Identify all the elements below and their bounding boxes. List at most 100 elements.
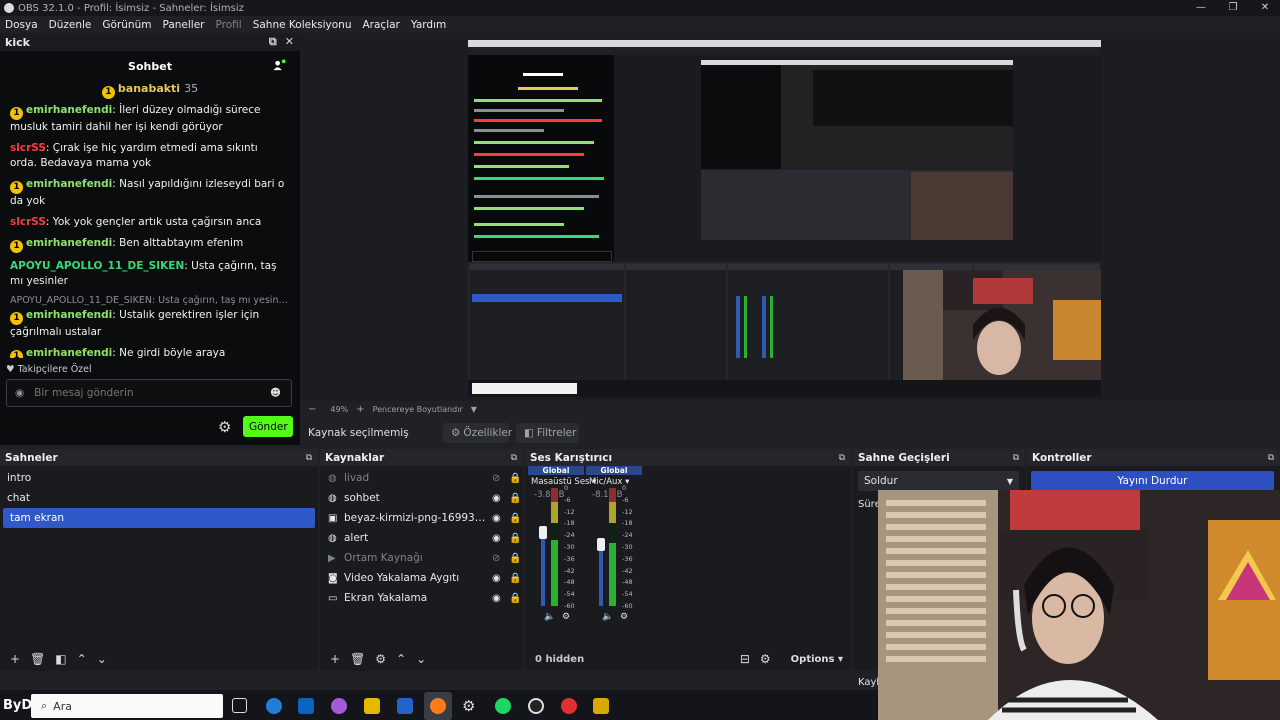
- program-preview-canvas[interactable]: [468, 40, 1101, 397]
- spotify-icon[interactable]: [495, 698, 511, 714]
- eye-icon[interactable]: ◉: [492, 493, 503, 504]
- menu-sahne-koleksiyonu[interactable]: Sahne Koleksiyonu: [253, 19, 352, 31]
- lock-icon[interactable]: 🔒: [509, 513, 521, 524]
- undock-icon[interactable]: ⧉: [1268, 453, 1274, 463]
- zoom-minus-icon[interactable]: −: [308, 404, 316, 415]
- maximize-icon[interactable]: ❐: [1222, 0, 1244, 16]
- lock-icon[interactable]: 🔒: [509, 493, 521, 504]
- scene-filters-icon[interactable]: ◧: [55, 652, 66, 666]
- undock-icon[interactable]: ⧉: [839, 453, 845, 463]
- menu-gorunum[interactable]: Görünüm: [102, 19, 151, 31]
- options-button[interactable]: Options ▾: [781, 654, 843, 665]
- stop-streaming-button[interactable]: Yayını Durdur: [1031, 471, 1274, 491]
- close-dock-icon[interactable]: ✕: [285, 35, 294, 49]
- menu-yardim[interactable]: Yardım: [411, 19, 446, 31]
- zoom-plus-icon[interactable]: +: [356, 404, 364, 415]
- store-icon[interactable]: [298, 698, 314, 714]
- speaker-icon[interactable]: 🔈: [602, 612, 613, 622]
- fit-to-window-select[interactable]: Pencereye Boyutlandır: [373, 405, 463, 414]
- source-item[interactable]: ▶ Ortam Kaynağı ⊘ 🔒: [320, 548, 523, 568]
- recorder-icon[interactable]: [561, 698, 577, 714]
- scene-item[interactable]: tam ekran: [3, 508, 315, 528]
- source-properties-gear-icon[interactable]: ⚙: [375, 652, 386, 666]
- channel-device-select[interactable]: Masaüstü Ses ▾: [528, 477, 596, 487]
- channel-settings-gear-icon[interactable]: ⚙: [562, 612, 570, 622]
- source-item[interactable]: ◍ alert ◉ 🔒: [320, 528, 523, 548]
- chat-username[interactable]: emirhanefendi: [26, 237, 112, 249]
- menu-paneller[interactable]: Paneller: [162, 19, 204, 31]
- volume-slider-handle[interactable]: [539, 526, 547, 539]
- minimize-icon[interactable]: —: [1190, 0, 1212, 16]
- move-down-icon[interactable]: ⌄: [416, 652, 426, 666]
- lock-icon[interactable]: 🔒: [509, 573, 521, 584]
- app-icon[interactable]: [593, 698, 609, 714]
- eye-icon[interactable]: ◉: [492, 593, 503, 604]
- remove-scene-icon[interactable]: 🗑: [30, 652, 45, 666]
- lock-icon[interactable]: 🔒: [509, 473, 521, 484]
- chat-username[interactable]: APOYU_APOLLO_11_DE_SIKEN: [10, 260, 184, 272]
- chat-username[interactable]: slcrSS: [10, 216, 46, 228]
- source-item[interactable]: ▣ beyaz-kirmizi-png-1699381647670.p ◉ 🔒: [320, 508, 523, 528]
- menu-profil[interactable]: Profil: [216, 19, 242, 31]
- menu-araclar[interactable]: Araçlar: [363, 19, 400, 31]
- obs-taskbar-icon[interactable]: [528, 698, 544, 714]
- channel-settings-gear-icon[interactable]: ⚙: [620, 612, 628, 622]
- emoji-picker-icon[interactable]: ☻: [270, 387, 281, 399]
- emote-icon[interactable]: ◉: [15, 387, 24, 399]
- eye-icon[interactable]: ◉: [492, 573, 503, 584]
- scene-item[interactable]: intro: [0, 468, 318, 488]
- menu-duzenle[interactable]: Düzenle: [49, 19, 92, 31]
- remove-source-icon[interactable]: 🗑: [350, 652, 365, 666]
- firefox-icon[interactable]: [430, 698, 446, 714]
- lock-icon[interactable]: 🔒: [509, 533, 521, 544]
- send-button[interactable]: Gönder: [243, 416, 293, 437]
- chat-username[interactable]: emirhanefendi: [26, 347, 112, 358]
- properties-button[interactable]: ⚙ Özellikler: [443, 423, 512, 443]
- gifter-name[interactable]: banabakti: [118, 82, 180, 95]
- file-explorer-icon[interactable]: [364, 698, 380, 714]
- chevron-down-icon[interactable]: ▼: [471, 405, 477, 414]
- source-item[interactable]: ◙ Video Yakalama Aygıtı ◉ 🔒: [320, 568, 523, 588]
- move-up-icon[interactable]: ⌃: [77, 652, 87, 666]
- eye-off-icon[interactable]: ⊘: [492, 553, 503, 564]
- chat-username[interactable]: emirhanefendi: [26, 104, 112, 116]
- transition-select[interactable]: Soldur ▼: [858, 471, 1019, 491]
- mixer-settings-icon[interactable]: ⚙: [760, 652, 771, 666]
- eye-off-icon[interactable]: ⊘: [492, 473, 503, 484]
- close-window-icon[interactable]: ✕: [1254, 0, 1276, 16]
- undock-icon[interactable]: ⧉: [511, 453, 517, 463]
- chat-settings-gear-icon[interactable]: ⚙: [218, 418, 231, 436]
- move-up-icon[interactable]: ⌃: [396, 652, 406, 666]
- mail-icon[interactable]: [397, 698, 413, 714]
- scene-item[interactable]: chat: [0, 488, 318, 508]
- eye-icon[interactable]: ◉: [492, 533, 503, 544]
- layout-toggle-icon[interactable]: ⊟: [740, 652, 750, 666]
- eye-icon[interactable]: ◉: [492, 513, 503, 524]
- move-down-icon[interactable]: ⌄: [97, 652, 107, 666]
- settings-gear-icon[interactable]: ⚙: [462, 698, 478, 714]
- undock-icon[interactable]: ⧉: [306, 453, 312, 463]
- chat-username[interactable]: slcrSS: [10, 142, 46, 154]
- lock-icon[interactable]: 🔒: [509, 553, 521, 564]
- chat-input-box[interactable]: ◉ ☻: [6, 379, 292, 407]
- source-item[interactable]: ▭ Ekran Yakalama ◉ 🔒: [320, 588, 523, 608]
- undock-icon[interactable]: ⧉: [1013, 453, 1019, 463]
- channel-device-select[interactable]: Mic/Aux ▾: [586, 477, 642, 487]
- user-settings-icon[interactable]: [273, 59, 286, 72]
- source-item[interactable]: ◍ livad ⊘ 🔒: [320, 468, 523, 488]
- float-dock-icon[interactable]: ⧉: [269, 35, 277, 49]
- taskbar-search-box[interactable]: ⌕ Ara: [31, 694, 223, 718]
- add-scene-icon[interactable]: +: [10, 652, 20, 666]
- add-source-icon[interactable]: +: [330, 652, 340, 666]
- chat-message-input[interactable]: [32, 386, 262, 400]
- menu-dosya[interactable]: Dosya: [5, 19, 38, 31]
- chat-username[interactable]: emirhanefendi: [26, 309, 112, 321]
- task-view-icon[interactable]: [232, 698, 247, 713]
- edge-browser-icon[interactable]: [266, 698, 282, 714]
- copilot-icon[interactable]: [331, 698, 347, 714]
- filters-button[interactable]: ◧ Filtreler: [516, 423, 579, 443]
- source-item[interactable]: ◍ sohbet ◉ 🔒: [320, 488, 523, 508]
- speaker-icon[interactable]: 🔈: [544, 612, 555, 622]
- chat-username[interactable]: emirhanefendi: [26, 178, 112, 190]
- lock-icon[interactable]: 🔒: [509, 593, 521, 604]
